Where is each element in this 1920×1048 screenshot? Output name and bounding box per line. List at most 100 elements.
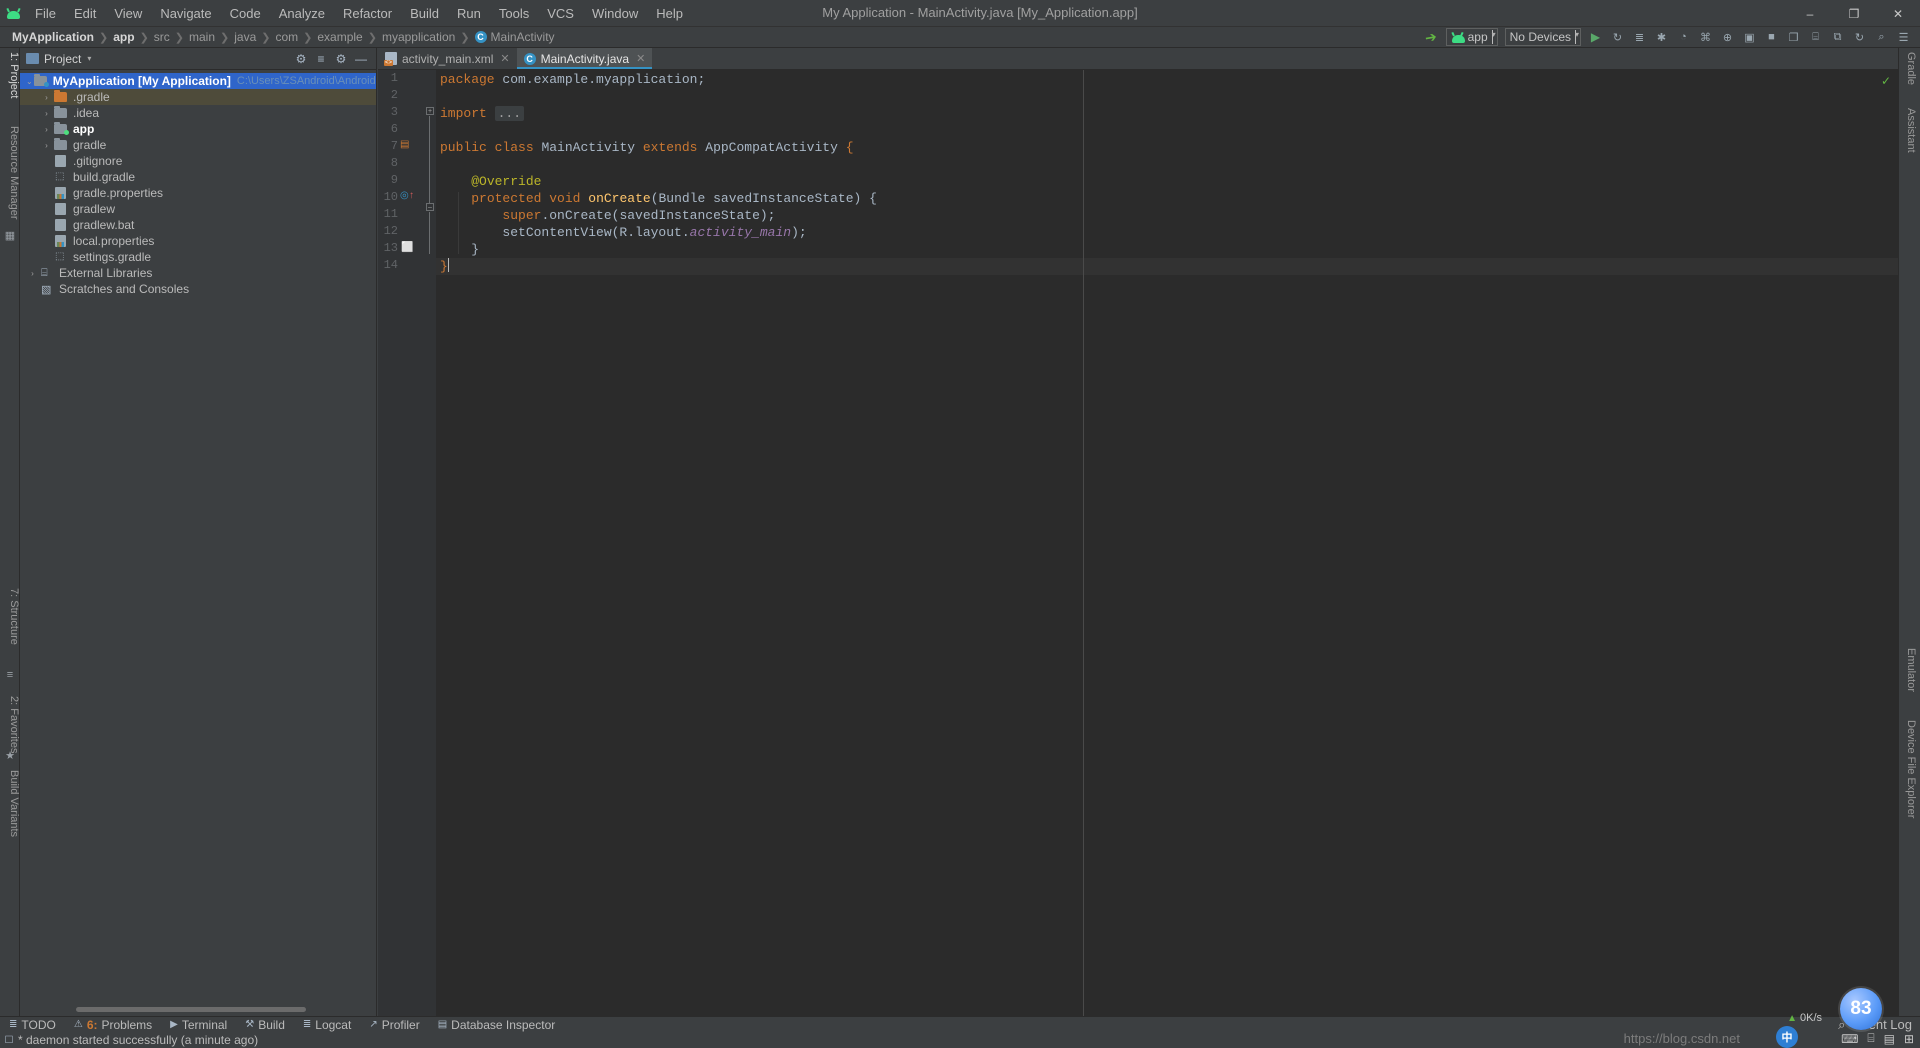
settings-gear-icon[interactable]: ⚙: [332, 50, 350, 68]
run-configuration-selector[interactable]: app ▾: [1445, 28, 1498, 46]
editor-tab-activity-main-xml[interactable]: activity_main.xml ✕: [378, 48, 517, 69]
code-line[interactable]: @Override: [436, 173, 1898, 190]
device-selector[interactable]: No Devices ▾: [1504, 28, 1581, 46]
window-controls[interactable]: – ❐ ✕: [1788, 0, 1920, 27]
attach-debugger-button[interactable]: ⌘: [1695, 28, 1716, 47]
sidebar-item-gradle[interactable]: Gradle: [1901, 52, 1917, 85]
minimize-button[interactable]: –: [1788, 0, 1832, 27]
sidebar-item-assistant[interactable]: Assistant: [1901, 108, 1917, 153]
close-button[interactable]: ✕: [1876, 0, 1920, 27]
bottom-tab-profiler[interactable]: ↗ Profiler: [360, 1017, 428, 1033]
menu-item-edit[interactable]: Edit: [65, 2, 105, 25]
menu-item-file[interactable]: File: [26, 2, 65, 25]
tree-item-gradle.properties[interactable]: gradle.properties: [20, 185, 376, 201]
sidebar-item-structure[interactable]: 7: Structure: [0, 588, 20, 645]
tree-item-gradlew[interactable]: gradlew: [20, 201, 376, 217]
editor-gutter[interactable]: 1 2 3 6 7 8 9 10 11 12 13 14 ▤ ◎ ↑ ⬜: [378, 70, 424, 1016]
close-icon[interactable]: ✕: [500, 52, 509, 65]
settings-button[interactable]: ☰: [1893, 28, 1914, 47]
apply-changes-button[interactable]: ↻: [1607, 28, 1628, 47]
bottom-tab-todo[interactable]: ≣ TODO: [0, 1017, 65, 1033]
breadcrumb-item-src[interactable]: src: [154, 30, 170, 44]
tree-item-external[interactable]: › ⌸ External Libraries: [20, 265, 376, 281]
close-icon[interactable]: ✕: [636, 52, 645, 65]
bottom-tab-problems[interactable]: ⚠ 6: Problems: [65, 1017, 161, 1033]
profiler-button[interactable]: ◔: [1673, 28, 1694, 47]
right-tool-window-strip[interactable]: Gradle Assistant Emulator Device File Ex…: [1898, 48, 1920, 1016]
menu-item-tools[interactable]: Tools: [490, 2, 538, 25]
menu-item-help[interactable]: Help: [647, 2, 692, 25]
system-tray[interactable]: ⌨ ⌸ ▤ ⊞: [1841, 1031, 1914, 1046]
code-line[interactable]: package com.example.myapplication;: [436, 71, 1898, 88]
sidebar-item-resource-manager[interactable]: Resource Manager: [0, 126, 20, 220]
tree-item-gradlew.bat[interactable]: gradlew.bat: [20, 217, 376, 233]
code-line[interactable]: protected void onCreate(Bundle savedInst…: [436, 190, 1898, 207]
menu-item-vcs[interactable]: VCS: [538, 2, 583, 25]
sidebar-item-favorites[interactable]: 2: Favorites: [0, 696, 20, 753]
tree-item-settings.gradle[interactable]: ⬚ settings.gradle: [20, 249, 376, 265]
sidebar-item-project[interactable]: 1: Project: [0, 52, 20, 98]
tree-item-.idea[interactable]: › .idea: [20, 105, 376, 121]
avd-manager-button[interactable]: ▣: [1739, 28, 1760, 47]
class-gutter-icon[interactable]: ▤: [400, 139, 409, 150]
lock-icon[interactable]: ⬜: [401, 242, 413, 253]
project-horizontal-scrollbar[interactable]: [76, 1007, 306, 1012]
tree-item-build.gradle[interactable]: ⬚ build.gradle: [20, 169, 376, 185]
project-scope-icon[interactable]: ⚙: [292, 50, 310, 68]
editor-fold-column[interactable]: + –: [424, 70, 436, 1016]
stop-button[interactable]: ■: [1761, 28, 1782, 47]
layout-inspector-button[interactable]: ⌸: [1805, 28, 1826, 47]
profile-or-debug-button[interactable]: ❐: [1783, 28, 1804, 47]
hide-panel-icon[interactable]: —: [352, 50, 370, 68]
tray-keyboard-icon[interactable]: ⌨: [1841, 1032, 1858, 1046]
code-line[interactable]: [436, 156, 1898, 173]
chevron-right-icon[interactable]: ›: [40, 109, 53, 118]
editor-body[interactable]: 1 2 3 6 7 8 9 10 11 12 13 14 ▤ ◎ ↑ ⬜ + – package com.ex…: [378, 70, 1898, 1016]
apply-code-changes-button[interactable]: ≣: [1629, 28, 1650, 47]
tree-item-gradle[interactable]: › gradle: [20, 137, 376, 153]
code-line[interactable]: [436, 88, 1898, 105]
bottom-tab-logcat[interactable]: ≣ Logcat: [294, 1017, 360, 1033]
sidebar-item-build-variants[interactable]: Build Variants: [0, 770, 20, 837]
code-text[interactable]: package com.example.myapplication; import…: [436, 70, 1898, 1016]
code-line[interactable]: public class MainActivity extends AppCom…: [436, 139, 1898, 156]
breadcrumb-item-app[interactable]: app: [113, 30, 134, 44]
tray-folder-icon[interactable]: ▤: [1884, 1032, 1895, 1046]
maximize-button[interactable]: ❐: [1832, 0, 1876, 27]
menu-item-view[interactable]: View: [105, 2, 151, 25]
tray-grid-icon[interactable]: ⊞: [1904, 1032, 1914, 1046]
breadcrumb-item-myapplication[interactable]: myapplication: [382, 30, 455, 44]
sdk-manager-button[interactable]: ⊕: [1717, 28, 1738, 47]
code-line[interactable]: }: [436, 258, 1898, 275]
fold-collapse-icon[interactable]: –: [426, 203, 434, 211]
breadcrumb-item-main[interactable]: main: [189, 30, 215, 44]
code-line[interactable]: import ...: [436, 105, 1898, 122]
menu-item-analyze[interactable]: Analyze: [270, 2, 334, 25]
chevron-down-icon[interactable]: ⌄: [26, 77, 33, 86]
hammer-icon[interactable]: ➔: [1421, 28, 1442, 47]
chevron-right-icon[interactable]: ›: [40, 125, 53, 134]
chevron-down-icon[interactable]: ▾: [87, 54, 91, 63]
main-toolbar-actions[interactable]: ➔ app ▾ No Devices ▾ ▶ ↻ ≣ ✱ ◔ ⌘ ⊕ ▣ ■ ❐ ⌸ ⧉ ↻ ⌕ ☰: [1421, 28, 1920, 47]
editor-tab-mainactivity-java[interactable]: C MainActivity.java ✕: [516, 48, 653, 69]
chevron-right-icon[interactable]: ›: [26, 269, 39, 278]
menu-item-code[interactable]: Code: [221, 2, 270, 25]
tool-window-bottom-bar[interactable]: ≣ TODO ⚠ 6: Problems ▶ Terminal ⚒ Build ≣ Logcat ↗ P…: [0, 1016, 1920, 1032]
menu-item-run[interactable]: Run: [448, 2, 490, 25]
bottom-tab-database-inspector[interactable]: ▤ Database Inspector: [429, 1017, 565, 1033]
tree-item-local.properties[interactable]: local.properties: [20, 233, 376, 249]
menu-item-window[interactable]: Window: [583, 2, 647, 25]
tree-item-.gradle[interactable]: › .gradle: [20, 89, 376, 105]
tree-item-myapplication[interactable]: ⌄ MyApplication [My Application] C:\Users\…: [20, 73, 376, 89]
breadcrumb-item-com[interactable]: com: [275, 30, 298, 44]
code-line[interactable]: super.onCreate(savedInstanceState);: [436, 207, 1898, 224]
menu-item-refactor[interactable]: Refactor: [334, 2, 401, 25]
debug-button[interactable]: ✱: [1651, 28, 1672, 47]
overriding-method-icon[interactable]: ◎: [400, 190, 409, 201]
sidebar-item-emulator[interactable]: Emulator: [1901, 648, 1917, 692]
sidebar-item-device-file-explorer[interactable]: Device File Explorer: [1901, 720, 1917, 818]
tree-item-.gitignore[interactable]: .gitignore: [20, 153, 376, 169]
menu-item-navigate[interactable]: Navigate: [151, 2, 220, 25]
code-line[interactable]: [436, 122, 1898, 139]
checkmark-ok-icon[interactable]: ✓: [1881, 74, 1891, 88]
